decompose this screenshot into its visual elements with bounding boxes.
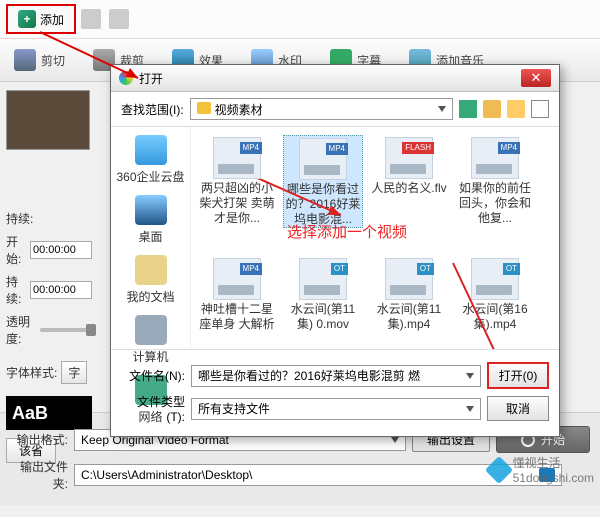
length-input[interactable]	[30, 281, 92, 299]
font-button[interactable]: 字	[61, 361, 87, 384]
file-name: 两只超凶的小柴犬打架 卖萌才是你...	[197, 181, 277, 226]
dialog-title: 打开	[139, 70, 163, 87]
file-type-badge: MP4	[240, 142, 262, 154]
nav-view-icon[interactable]	[531, 100, 549, 118]
add-button[interactable]: + 添加	[6, 4, 76, 34]
file-name: 人民的名义.flv	[369, 181, 449, 196]
scope-label: 查找范围(I):	[121, 101, 184, 118]
start-label: 开始:	[6, 233, 26, 267]
file-grid: MP4 两只超凶的小柴犬打架 卖萌才是你... MP4 哪些是你看过的？2016好莱坞…	[191, 127, 559, 349]
file-name: 水云间(第11集).mp4	[369, 302, 449, 332]
video-file-icon: FLASH	[385, 137, 433, 179]
file-item[interactable]: MP4 神吐槽十二星座单身 大解析	[197, 256, 277, 332]
file-type-badge: OT	[417, 263, 434, 275]
fontstyle-label: 字体样式:	[6, 364, 57, 381]
file-type-badge: MP4	[498, 142, 520, 154]
file-item[interactable]: OT 水云间(第11集) 0.mov	[283, 256, 363, 332]
window-icon	[119, 71, 133, 85]
sidebar-item-docs[interactable]: 我的文档	[115, 255, 186, 305]
dialog-sidebar: 360企业云盘 桌面 我的文档 计算机 网络	[111, 127, 191, 349]
format-label: 输出格式:	[10, 431, 68, 448]
scope-select[interactable]: 视频素材	[190, 98, 453, 120]
chevron-down-icon	[438, 106, 446, 112]
sidebar-item-pc[interactable]: 计算机	[115, 315, 186, 365]
cancel-button[interactable]: 取消	[487, 396, 549, 421]
open-dialog: 打开 ✕ 查找范围(I): 视频素材 360企业云盘 桌面 我的文档 计算机 网…	[110, 64, 560, 437]
file-type-badge: OT	[331, 263, 348, 275]
tab-cut[interactable]: 剪切	[0, 45, 79, 75]
dialog-titlebar: 打开 ✕	[111, 65, 559, 92]
file-item[interactable]: MP4 如果你的前任回头，你会和他复...	[455, 135, 535, 228]
duration-label: 持续:	[6, 210, 33, 227]
file-name: 水云间(第16集).mp4	[455, 302, 535, 332]
video-file-icon: OT	[385, 258, 433, 300]
file-item[interactable]: MP4 两只超凶的小柴犬打架 卖萌才是你...	[197, 135, 277, 228]
video-file-icon: MP4	[213, 258, 261, 300]
toolbar-icon-2[interactable]	[109, 9, 129, 29]
desktop-icon	[135, 195, 167, 225]
top-toolbar: + 添加	[0, 0, 600, 39]
opacity-label: 透明度:	[6, 313, 36, 347]
nav-newfolder-icon[interactable]	[507, 100, 525, 118]
nav-back-icon[interactable]	[459, 100, 477, 118]
chevron-down-icon	[391, 437, 399, 443]
video-file-icon: MP4	[299, 138, 347, 180]
documents-icon	[135, 255, 167, 285]
file-name: 如果你的前任回头，你会和他复...	[455, 181, 535, 226]
left-panel: 持续: 开始: 持续: 透明度: 字体样式:字 AaB 该省	[0, 82, 98, 412]
chevron-down-icon	[466, 406, 474, 412]
cloud-icon	[135, 135, 167, 165]
dialog-toolbar: 查找范围(I): 视频素材	[111, 92, 559, 127]
slider-knob[interactable]	[86, 324, 96, 336]
file-name: 水云间(第11集) 0.mov	[283, 302, 363, 332]
sidebar-item-cloud[interactable]: 360企业云盘	[115, 135, 186, 185]
computer-icon	[135, 315, 167, 345]
file-item[interactable]: OT 水云间(第16集).mp4	[455, 256, 535, 332]
filename-input[interactable]: 哪些是你看过的？2016好莱坞电影混剪 燃	[191, 365, 481, 387]
video-file-icon: OT	[471, 258, 519, 300]
file-item[interactable]: MP4 哪些是你看过的？2016好莱坞电影混...	[283, 135, 363, 228]
filename-label: 文件名(N):	[121, 367, 185, 384]
start-input[interactable]	[30, 241, 92, 259]
close-icon[interactable]: ✕	[521, 69, 551, 87]
preview-thumb	[6, 90, 90, 150]
video-file-icon: MP4	[213, 137, 261, 179]
file-name: 神吐槽十二星座单身 大解析	[197, 302, 277, 332]
file-type-badge: OT	[503, 263, 520, 275]
file-type-badge: FLASH	[402, 142, 434, 154]
scissors-icon	[14, 49, 36, 71]
video-file-icon: OT	[299, 258, 347, 300]
filetype-select[interactable]: 所有支持文件	[191, 398, 481, 420]
opacity-slider[interactable]	[40, 328, 93, 332]
open-button[interactable]: 打开(0)	[487, 362, 549, 389]
folder-small-icon	[197, 102, 211, 114]
watermark: 懂视生活51dongshi.com	[489, 454, 594, 485]
file-type-badge: MP4	[240, 263, 262, 275]
folder-label: 输出文件夹:	[10, 458, 68, 492]
add-label: 添加	[40, 11, 64, 28]
length-label: 持续:	[6, 273, 26, 307]
file-name: 哪些是你看过的？2016好莱坞电影混...	[284, 182, 362, 227]
file-type-badge: MP4	[326, 143, 348, 155]
nav-up-icon[interactable]	[483, 100, 501, 118]
file-item[interactable]: OT 水云间(第11集).mp4	[369, 256, 449, 332]
font-preview: AaB	[6, 396, 92, 430]
file-item[interactable]: FLASH 人民的名义.flv	[369, 135, 449, 228]
sidebar-item-desktop[interactable]: 桌面	[115, 195, 186, 245]
toolbar-icon-1[interactable]	[81, 9, 101, 29]
plus-icon: +	[18, 10, 36, 28]
video-file-icon: MP4	[471, 137, 519, 179]
chevron-down-icon	[466, 373, 474, 379]
watermark-logo-icon	[484, 455, 512, 483]
filetype-label: 文件类型(T):	[121, 393, 185, 424]
